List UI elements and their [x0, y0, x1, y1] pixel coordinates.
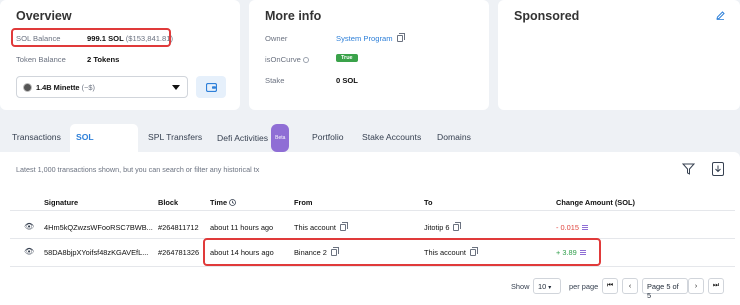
- isoncurve-label-text: isOnCurve: [265, 55, 301, 64]
- change-amount-cell: - 0.015: [556, 223, 589, 232]
- stake-value: 0 SOL: [336, 76, 358, 85]
- time-cell: about 14 hours ago: [210, 248, 274, 257]
- overview-card: Overview SOL Balance 999.1 SOL ($153,841…: [0, 0, 240, 110]
- col-header-signature: Signature: [44, 198, 79, 207]
- sol-balance-value: 999.1 SOL ($153,841.81): [87, 34, 173, 43]
- beta-badge: Beta: [271, 124, 290, 152]
- tab-domains[interactable]: Domains: [431, 124, 477, 152]
- tab-stake-accounts[interactable]: Stake Accounts: [356, 124, 427, 152]
- stake-label: Stake: [265, 76, 285, 85]
- show-label: Show: [511, 282, 530, 291]
- chevron-down-icon: ▾: [548, 285, 552, 291]
- copy-icon[interactable]: [330, 247, 339, 256]
- col-header-time[interactable]: Time: [210, 198, 237, 207]
- first-page-button[interactable]: ⏮: [602, 278, 618, 294]
- sol-balance-label: SOL Balance: [16, 34, 61, 43]
- more-info-card: More info Owner System Program isOnCurve…: [249, 0, 489, 110]
- to-value[interactable]: Jitotip 6: [424, 223, 449, 232]
- tab-defi-activities-label[interactable]: Defi Activities: [217, 133, 268, 143]
- token-balance-value: 2 Tokens: [87, 55, 120, 64]
- copy-icon[interactable]: [453, 222, 462, 231]
- time-cell: about 11 hours ago: [210, 223, 274, 232]
- wallet-icon: [205, 82, 217, 92]
- filter-icon[interactable]: [682, 163, 695, 175]
- col-header-from: From: [294, 198, 313, 207]
- from-link[interactable]: Binance 2: [294, 247, 339, 257]
- to-link[interactable]: Jitotip 6: [424, 222, 462, 232]
- token-balance-label: Token Balance: [16, 55, 66, 64]
- sol-transfers-table-card: Latest 1,000 transactions shown, but you…: [0, 152, 740, 305]
- isoncurve-label: isOnCurve: [265, 55, 309, 64]
- from-cell: This account: [294, 222, 348, 232]
- page-size-select[interactable]: 10 ▾: [533, 278, 561, 294]
- sol-balance-usd: ($153,841.81): [125, 34, 174, 43]
- tab-defi-activities[interactable]: Defi Activities Beta: [211, 124, 295, 152]
- overview-title: Overview: [16, 9, 72, 23]
- isoncurve-badge: True: [336, 54, 358, 62]
- info-icon: [303, 57, 309, 63]
- signature-link[interactable]: 4Hm5kQZwzsWFooRSC7BWB...: [44, 223, 153, 232]
- chevron-left-icon: ‹: [628, 282, 632, 290]
- next-page-button[interactable]: ›: [688, 278, 704, 294]
- to-value: This account: [424, 248, 466, 257]
- more-info-title: More info: [265, 9, 322, 23]
- col-header-to: To: [424, 198, 433, 207]
- token-select-sub: (~$): [81, 82, 95, 92]
- sponsored-card: Sponsored: [498, 0, 740, 110]
- change-amount-cell: + 3.89: [556, 248, 586, 257]
- sponsored-title: Sponsored: [514, 9, 580, 23]
- page-size-value[interactable]: 10: [538, 282, 546, 291]
- tab-transactions[interactable]: Transactions: [6, 124, 67, 152]
- prev-page-button[interactable]: ‹: [622, 278, 638, 294]
- signature-link[interactable]: 58DA8bjpXYoifsf48zKGAVEfL...: [44, 248, 148, 257]
- download-icon[interactable]: [712, 162, 724, 176]
- col-header-time-label[interactable]: Time: [210, 198, 227, 207]
- table-note: Latest 1,000 transactions shown, but you…: [16, 165, 260, 174]
- change-amount-value: + 3.89: [556, 248, 577, 257]
- col-header-block: Block: [158, 198, 179, 207]
- tab-sol-transfers[interactable]: SOL Transfers: [70, 124, 138, 168]
- from-value[interactable]: Binance 2: [294, 248, 327, 257]
- block-link[interactable]: #264811712: [158, 223, 199, 232]
- first-page-icon: ⏮: [606, 282, 614, 289]
- owner-value[interactable]: System Program: [336, 34, 393, 43]
- from-value: This account: [294, 223, 336, 232]
- copy-icon[interactable]: [469, 247, 478, 256]
- wallet-button[interactable]: [196, 76, 226, 98]
- last-page-button[interactable]: ⏭: [708, 278, 724, 294]
- col-header-change-amount: Change Amount (SOL): [556, 198, 635, 207]
- copy-icon[interactable]: [396, 33, 405, 42]
- header-divider: [10, 210, 735, 211]
- token-select-label: 1.4B Minette (~$): [36, 83, 95, 92]
- owner-link[interactable]: System Program: [336, 33, 405, 43]
- sol-logo-icon: [582, 225, 589, 230]
- tab-spl-transfers[interactable]: SPL Transfers: [142, 124, 208, 152]
- token-select-dropdown[interactable]: 1.4B Minette (~$): [16, 76, 188, 98]
- copy-icon[interactable]: [339, 222, 348, 231]
- chevron-down-icon: [172, 85, 180, 90]
- tab-portfolio[interactable]: Portfolio: [306, 124, 350, 152]
- sol-logo-icon: [579, 250, 586, 255]
- row-divider: [10, 266, 735, 267]
- eye-icon[interactable]: 👁: [24, 222, 34, 231]
- last-page-icon: ⏭: [712, 282, 720, 289]
- change-amount-value: - 0.015: [556, 223, 580, 232]
- page-info: Page 5 of 5: [642, 278, 688, 300]
- tab-bar: Transactions SOL Transfers SPL Transfers…: [0, 124, 740, 168]
- eye-icon[interactable]: 👁: [24, 247, 34, 256]
- token-select-value: 1.4B Minette: [36, 82, 80, 92]
- clock-icon: [229, 199, 237, 206]
- chevron-right-icon: ›: [694, 282, 698, 290]
- to-cell: This account: [424, 247, 478, 257]
- per-page-label: per page: [569, 282, 599, 291]
- token-icon: [23, 82, 32, 92]
- edit-icon[interactable]: [716, 11, 725, 20]
- block-link[interactable]: #264781326: [158, 248, 199, 257]
- sol-balance-amount: 999.1 SOL: [87, 34, 124, 43]
- owner-label: Owner: [265, 34, 288, 43]
